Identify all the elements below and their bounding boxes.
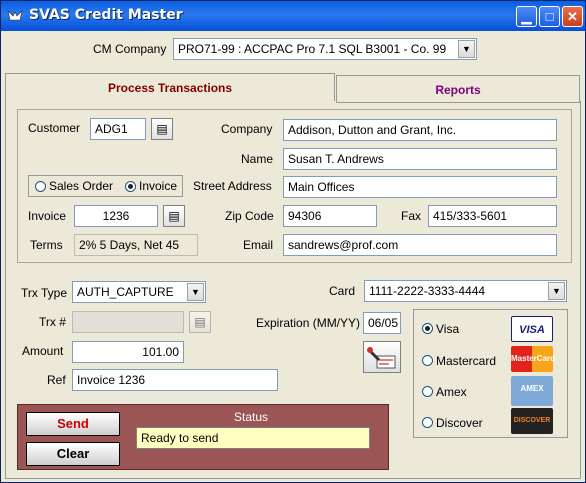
trx-type-label: Trx Type [21, 286, 68, 300]
email-field[interactable]: sandrews@prof.com [283, 234, 557, 256]
card-value: 1111-2222-3333-4444 [369, 284, 486, 298]
amount-field[interactable]: 101.00 [72, 341, 184, 363]
amex-logo: AMEX [511, 376, 553, 406]
mastercard-label: Mastercard [436, 354, 497, 368]
customer-label: Customer [28, 121, 81, 135]
trx-lookup-button: ▤ [189, 311, 211, 333]
trx-number-label: Trx # [39, 315, 66, 329]
chevron-down-icon: ▼ [548, 282, 565, 300]
company-select[interactable]: PRO71-99 : ACCPAC Pro 7.1 SQL B3001 - Co… [173, 38, 477, 60]
close-button[interactable]: ✕ [562, 6, 583, 27]
trx-type-value: AUTH_CAPTURE [77, 285, 174, 299]
trx-type-select[interactable]: AUTH_CAPTURE ▼ [72, 281, 206, 303]
tab-reports-label: Reports [435, 83, 481, 97]
company-select-label: CM Company [93, 42, 167, 56]
mastercard-logo: MasterCard [511, 346, 555, 372]
send-button[interactable]: Send [26, 412, 120, 436]
clear-button[interactable]: Clear [26, 442, 120, 466]
zip-code-field[interactable]: 94306 [283, 205, 377, 227]
fax-label: Fax [401, 209, 422, 223]
sales-order-radio[interactable] [35, 181, 46, 192]
lookup-icon: ▤ [156, 122, 168, 136]
expiration-field[interactable]: 06/05 [363, 312, 401, 334]
terms-label: Terms [30, 238, 63, 252]
fax-field[interactable]: 415/333-5601 [428, 205, 557, 227]
invoice-field[interactable]: 1236 [74, 205, 158, 227]
company-label: Company [221, 122, 273, 136]
ref-field[interactable]: Invoice 1236 [72, 369, 278, 391]
visa-logo: VISA [511, 316, 553, 342]
company-select-value: PRO71-99 : ACCPAC Pro 7.1 SQL B3001 - Co… [178, 42, 447, 56]
minimize-button[interactable]: ▁ [516, 6, 537, 27]
status-label: Status [234, 410, 269, 424]
trx-number-field [72, 311, 184, 333]
lookup-icon: ▤ [168, 209, 180, 223]
invoice-label: Invoice [28, 209, 67, 223]
street-address-field[interactable]: Main Offices [283, 176, 557, 198]
tab-process-transactions[interactable]: Process Transactions [5, 73, 335, 101]
discover-logo: DISCOVER [511, 408, 553, 434]
customer-field[interactable]: ADG1 [90, 118, 146, 140]
close-icon: ✕ [567, 9, 578, 24]
card-swipe-icon [367, 346, 396, 369]
street-address-label: Street Address [193, 179, 272, 193]
tab-reports[interactable]: Reports [336, 75, 580, 103]
amex-label: Amex [436, 385, 467, 399]
amex-radio[interactable] [422, 386, 433, 397]
card-select[interactable]: 1111-2222-3333-4444 ▼ [364, 280, 567, 302]
title-bar: SVAS Credit Master ▁ □ ✕ [1, 1, 585, 31]
invoice-lookup-button[interactable]: ▤ [163, 205, 185, 227]
card-label: Card [329, 284, 356, 298]
visa-label: Visa [436, 322, 460, 336]
minimize-icon: ▁ [521, 9, 532, 24]
expiration-label: Expiration (MM/YY) [256, 316, 361, 330]
zip-code-label: Zip Code [225, 209, 274, 223]
discover-radio[interactable] [422, 417, 433, 428]
discover-label: Discover [436, 416, 483, 430]
maximize-button[interactable]: □ [539, 6, 560, 27]
company-field[interactable]: Addison, Dutton and Grant, Inc. [283, 119, 557, 141]
maximize-icon: □ [545, 9, 554, 24]
chevron-down-icon: ▼ [187, 283, 204, 301]
invoice-radio[interactable] [125, 181, 136, 192]
tab-process-transactions-label: Process Transactions [107, 81, 233, 95]
terms-field: 2% 5 Days, Net 45 [74, 234, 198, 256]
status-field: Ready to send [136, 427, 370, 449]
email-label: Email [243, 238, 274, 252]
chevron-down-icon: ▼ [458, 40, 475, 58]
invoice-radio-label: Invoice [139, 179, 178, 193]
name-field[interactable]: Susan T. Andrews [283, 148, 557, 170]
visa-radio[interactable] [422, 323, 433, 334]
app-icon [7, 10, 23, 21]
sales-order-label: Sales Order [49, 179, 114, 193]
mastercard-radio[interactable] [422, 355, 433, 366]
lookup-icon: ▤ [194, 315, 206, 329]
swipe-card-button[interactable] [363, 341, 401, 373]
window-title: SVAS Credit Master [29, 7, 183, 23]
amount-label: Amount [22, 344, 64, 358]
name-label: Name [241, 152, 274, 166]
customer-lookup-button[interactable]: ▤ [151, 118, 173, 140]
ref-label: Ref [47, 373, 66, 387]
app-window: SVAS Credit Master ▁ □ ✕ CM Company PRO7… [0, 0, 586, 483]
